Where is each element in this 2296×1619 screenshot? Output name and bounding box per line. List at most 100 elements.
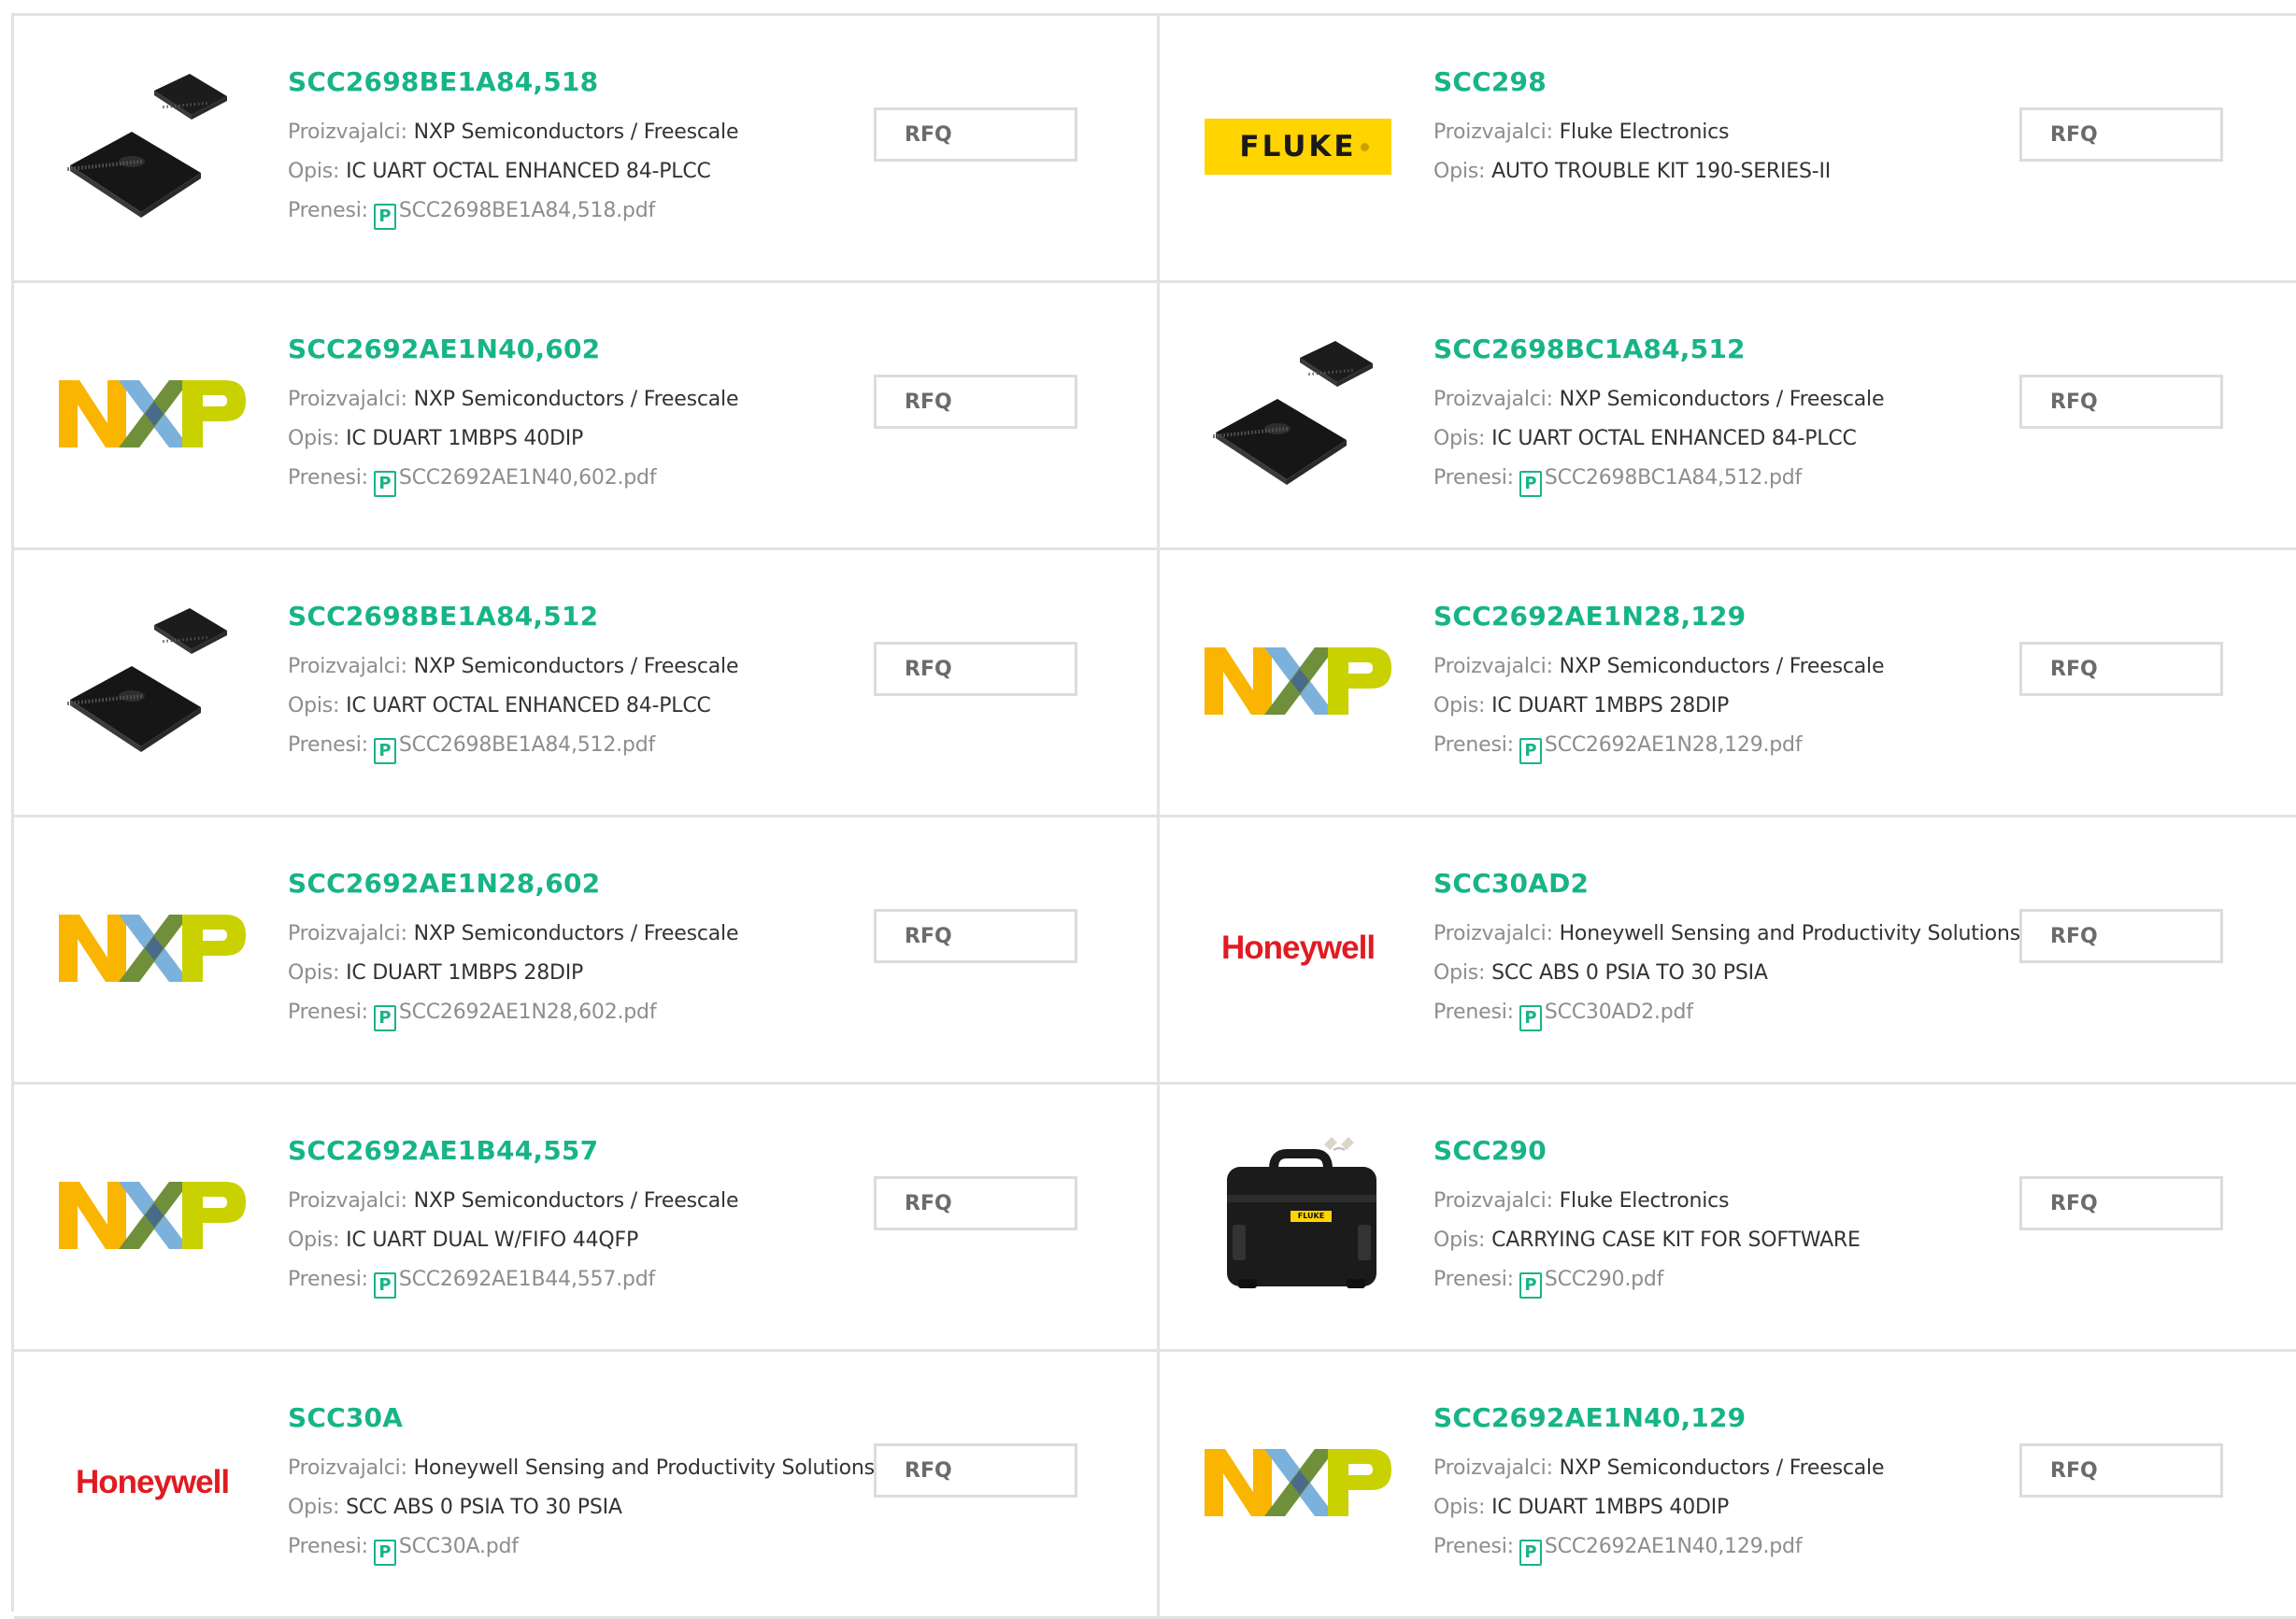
pdf-icon[interactable]: P — [1519, 1005, 1542, 1031]
pdf-icon[interactable]: P — [373, 204, 396, 230]
download-row: Prenesi: P SCC30AD2.pdf — [1433, 1001, 1693, 1031]
product-title-link[interactable]: SCC2692AE1N40,129 — [1433, 1402, 1746, 1433]
manufacturer-value: Fluke Electronics — [1559, 121, 1730, 144]
description-row: Opis: IC DUART 1MBPS 40DIP — [1433, 1496, 1729, 1519]
datasheet-link[interactable]: SCC2692AE1N28,129.pdf — [1545, 733, 1803, 757]
nxp-logo[interactable] — [59, 855, 246, 1042]
datasheet-link[interactable]: SCC2692AE1N40,602.pdf — [399, 466, 657, 490]
description-label: Opis: — [1433, 1228, 1486, 1252]
rfq-button[interactable]: RFQ — [2019, 909, 2223, 963]
manufacturer-label: Proizvajalci: — [1433, 655, 1553, 678]
product-title-link[interactable]: SCC2692AE1N28,129 — [1433, 601, 1746, 632]
manufacturer-row: Proizvajalci: NXP Semiconductors / Frees… — [288, 388, 738, 411]
product-title-link[interactable]: SCC2698BE1A84,512 — [288, 601, 598, 632]
rfq-button[interactable]: RFQ — [874, 909, 1077, 963]
case-brand-label: FLUKE — [1297, 1212, 1325, 1220]
manufacturer-label: Proizvajalci: — [288, 655, 407, 678]
honeywell-logo[interactable]: Honeywell — [1205, 855, 1391, 1042]
rfq-button[interactable]: RFQ — [2019, 107, 2223, 162]
description-row: Opis: IC DUART 1MBPS 40DIP — [288, 427, 583, 450]
download-row: Prenesi: P SCC290.pdf — [1433, 1268, 1663, 1299]
rfq-button[interactable]: RFQ — [874, 107, 1077, 162]
nxp-logo[interactable] — [59, 320, 246, 507]
rfq-button[interactable]: RFQ — [2019, 1443, 2223, 1498]
product-title-link[interactable]: SCC2698BC1A84,512 — [1433, 334, 1746, 364]
pdf-icon[interactable]: P — [373, 1272, 396, 1299]
pdf-icon[interactable]: P — [1519, 738, 1542, 764]
nxp-logo[interactable] — [1205, 588, 1391, 774]
pdf-icon[interactable]: P — [1519, 1540, 1542, 1566]
description-value: CARRYING CASE KIT FOR SOFTWARE — [1491, 1228, 1861, 1252]
description-value: AUTO TROUBLE KIT 190-SERIES-II — [1491, 160, 1832, 183]
pdf-icon[interactable]: P — [1519, 471, 1542, 497]
product-title-link[interactable]: SCC298 — [1433, 66, 1547, 97]
nxp-logo[interactable] — [1205, 1389, 1391, 1576]
download-label: Prenesi: — [288, 1535, 368, 1558]
product-image-ic-chip[interactable] — [59, 588, 246, 774]
manufacturer-label: Proizvajalci: — [288, 1456, 407, 1480]
manufacturer-value: NXP Semiconductors / Freescale — [1559, 388, 1885, 411]
manufacturer-label: Proizvajalci: — [1433, 1189, 1553, 1213]
datasheet-link[interactable]: SCC2692AE1B44,557.pdf — [399, 1268, 655, 1291]
manufacturer-row: Proizvajalci: NXP Semiconductors / Frees… — [288, 655, 738, 678]
rfq-button[interactable]: RFQ — [874, 1176, 1077, 1230]
manufacturer-row: Proizvajalci: Fluke Electronics — [1433, 121, 1729, 144]
manufacturer-label: Proizvajalci: — [288, 922, 407, 945]
rfq-button[interactable]: RFQ — [874, 1443, 1077, 1498]
product-title-link[interactable]: SCC30AD2 — [1433, 868, 1589, 899]
description-row: Opis: SCC ABS 0 PSIA TO 30 PSIA — [288, 1496, 622, 1519]
description-label: Opis: — [288, 961, 340, 985]
download-label: Prenesi: — [288, 199, 368, 222]
description-label: Opis: — [1433, 694, 1486, 717]
description-value: SCC ABS 0 PSIA TO 30 PSIA — [346, 1496, 622, 1519]
datasheet-link[interactable]: SCC290.pdf — [1545, 1268, 1664, 1291]
registered-mark-icon — [1361, 143, 1369, 151]
download-row: Prenesi: P SCC2692AE1N40,129.pdf — [1433, 1535, 1803, 1566]
download-row: Prenesi: P SCC2692AE1B44,557.pdf — [288, 1268, 655, 1299]
pdf-icon[interactable]: P — [373, 471, 396, 497]
datasheet-link[interactable]: SCC2692AE1N40,129.pdf — [1545, 1535, 1803, 1558]
description-row: Opis: IC UART OCTAL ENHANCED 84-PLCC — [1433, 427, 1857, 450]
product-title-link[interactable]: SCC30A — [288, 1402, 403, 1433]
datasheet-link[interactable]: SCC30AD2.pdf — [1545, 1001, 1693, 1024]
pdf-icon[interactable]: P — [373, 738, 396, 764]
pdf-icon[interactable]: P — [1519, 1272, 1542, 1299]
product-title-link[interactable]: SCC2698BE1A84,518 — [288, 66, 598, 97]
datasheet-link[interactable]: SCC2698BE1A84,518.pdf — [399, 199, 655, 222]
product-image-ic-chip[interactable] — [59, 53, 246, 240]
manufacturer-value: NXP Semiconductors / Freescale — [413, 1189, 739, 1213]
description-row: Opis: IC UART OCTAL ENHANCED 84-PLCC — [288, 694, 711, 717]
product-card: FLUKE SCC298 Proizvajalci: Fluke Electron… — [1160, 16, 2296, 283]
datasheet-link[interactable]: SCC2698BE1A84,512.pdf — [399, 733, 655, 757]
product-title-link[interactable]: SCC2692AE1B44,557 — [288, 1135, 598, 1166]
product-card: SCC2698BE1A84,512 Proizvajalci: NXP Semic… — [14, 550, 1160, 817]
description-row: Opis: IC DUART 1MBPS 28DIP — [288, 961, 583, 985]
pdf-icon[interactable]: P — [373, 1540, 396, 1566]
datasheet-link[interactable]: SCC2692AE1N28,602.pdf — [399, 1001, 657, 1024]
product-card: SCC2692AE1B44,557 Proizvajalci: NXP Semic… — [14, 1085, 1160, 1352]
rfq-button[interactable]: RFQ — [2019, 642, 2223, 696]
product-title-link[interactable]: SCC2692AE1N28,602 — [288, 868, 600, 899]
manufacturer-value: Fluke Electronics — [1559, 1189, 1730, 1213]
honeywell-logo[interactable]: Honeywell — [59, 1389, 246, 1576]
nxp-logo[interactable] — [59, 1122, 246, 1309]
fluke-logo[interactable]: FLUKE — [1205, 53, 1391, 240]
manufacturer-label: Proizvajalci: — [1433, 388, 1553, 411]
datasheet-link[interactable]: SCC30A.pdf — [399, 1535, 519, 1558]
rfq-button[interactable]: RFQ — [874, 375, 1077, 429]
pdf-icon[interactable]: P — [373, 1005, 396, 1031]
product-image-ic-chip[interactable] — [1205, 320, 1391, 507]
datasheet-link[interactable]: SCC2698BC1A84,512.pdf — [1545, 466, 1802, 490]
description-label: Opis: — [288, 1496, 340, 1519]
description-value: IC DUART 1MBPS 40DIP — [1491, 1496, 1730, 1519]
product-card: FLUKE SCC290 Proizvajalci: Fluke Electroni… — [1160, 1085, 2296, 1352]
product-image-carrying-case[interactable]: FLUKE — [1205, 1122, 1391, 1309]
manufacturer-value: NXP Semiconductors / Freescale — [1559, 1456, 1885, 1480]
rfq-button[interactable]: RFQ — [874, 642, 1077, 696]
rfq-button[interactable]: RFQ — [2019, 1176, 2223, 1230]
manufacturer-label: Proizvajalci: — [1433, 121, 1553, 144]
download-row: Prenesi: P SCC2692AE1N28,129.pdf — [1433, 733, 1803, 764]
rfq-button[interactable]: RFQ — [2019, 375, 2223, 429]
product-title-link[interactable]: SCC2692AE1N40,602 — [288, 334, 600, 364]
product-title-link[interactable]: SCC290 — [1433, 1135, 1547, 1166]
